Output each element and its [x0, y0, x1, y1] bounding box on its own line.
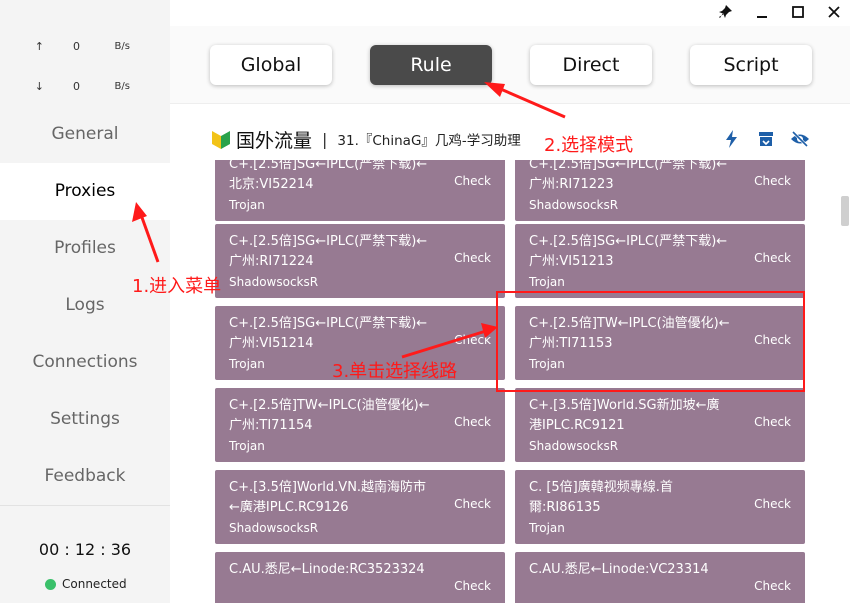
sidebar-item-profiles[interactable]: Profiles [0, 220, 170, 277]
proxy-card[interactable]: C.AU.悉尼←Linode:RC3523324 ShadowsocksR Ch… [215, 552, 505, 603]
proxy-type: Trojan [229, 357, 265, 371]
annotation-step2: 2.选择模式 [544, 135, 634, 156]
annotation-step3: 3.单击选择线路 [332, 361, 458, 382]
proxy-type: ShadowsocksR [529, 198, 619, 212]
check-button[interactable]: Check [454, 333, 491, 347]
check-button[interactable]: Check [754, 579, 791, 593]
scrollbar-thumb[interactable] [841, 196, 849, 226]
proxy-name: C+.[2.5倍]TW←IPLC(油管優化)← 广州:TI71154 [229, 398, 430, 433]
connection-status-label: Connected [62, 577, 127, 591]
mode-direct-button[interactable]: Direct [530, 45, 652, 85]
proxy-type: ShadowsocksR [229, 275, 319, 289]
annotation-step1: 1.进入菜单 [132, 276, 222, 297]
proxy-name: C+.[2.5倍]SG←IPLC(严禁下载)← 北京:VI52214 [229, 160, 428, 192]
check-button[interactable]: Check [754, 497, 791, 511]
proxy-card[interactable]: C+.[3.5倍]World.VN.越南海防市 ←廣港IPLC.RC9126 S… [215, 470, 505, 544]
check-button[interactable]: Check [754, 251, 791, 265]
proxy-name: C.AU.悉尼←Linode:VC23314 [529, 562, 709, 577]
proxy-card[interactable]: C+.[2.5倍]SG←IPLC(严禁下载)← 北京:VI52214 Troja… [215, 160, 505, 221]
upload-unit: B/s [114, 40, 130, 52]
archive-icon[interactable] [756, 129, 776, 149]
pin-icon[interactable] [718, 4, 734, 20]
proxy-type: Trojan [529, 275, 565, 289]
check-button[interactable]: Check [454, 579, 491, 593]
sidebar-item-proxies[interactable]: Proxies [0, 163, 170, 220]
group-actions [722, 129, 810, 149]
proxy-card[interactable]: C.AU.悉尼←Linode:VC23314 Trojan Check [515, 552, 805, 603]
check-button[interactable]: Check [754, 415, 791, 429]
close-icon[interactable] [826, 4, 842, 20]
check-button[interactable]: Check [454, 497, 491, 511]
proxy-name: C+.[3.5倍]World.VN.越南海防市 ←廣港IPLC.RC9126 [229, 480, 427, 515]
mode-rule-button[interactable]: Rule [370, 45, 492, 85]
sidebar-item-feedback[interactable]: Feedback [0, 448, 170, 505]
sidebar-item-connections[interactable]: Connections [0, 334, 170, 391]
proxy-card[interactable]: C+.[2.5倍]SG←IPLC(严禁下载)← 广州:RI71224 Shado… [215, 224, 505, 298]
minimize-icon[interactable] [754, 4, 770, 20]
download-arrow-icon: ↓ [34, 79, 44, 93]
maximize-icon[interactable] [790, 4, 806, 20]
proxy-card[interactable]: C+.[2.5倍]TW←IPLC(油管優化)← 广州:TI71154 Troja… [215, 388, 505, 462]
proxy-name: C+.[3.5倍]World.SG新加坡←廣 港IPLC.RC9121 [529, 398, 720, 433]
mode-global-button[interactable]: Global [210, 45, 332, 85]
mode-script-button[interactable]: Script [690, 45, 812, 85]
download-unit: B/s [114, 80, 130, 92]
proxy-type: Trojan [229, 439, 265, 453]
check-button[interactable]: Check [454, 174, 491, 188]
proxy-name: C+.[2.5倍]SG←IPLC(严禁下载)← 广州:RI71223 [529, 160, 728, 192]
proxy-name: C+.[2.5倍]SG←IPLC(严禁下载)← 广州:RI71224 [229, 234, 428, 269]
proxy-card[interactable]: C+.[2.5倍]SG←IPLC(严禁下载)← 广州:RI71223 Shado… [515, 160, 805, 221]
upload-value: 0 [73, 39, 80, 53]
download-speed: ↓ 0 B/s [0, 66, 170, 106]
proxy-card[interactable]: C+.[2.5倍]SG←IPLC(严禁下载)← 广州:VI51213 Troja… [515, 224, 805, 298]
proxy-card[interactable]: C+.[3.5倍]World.SG新加坡←廣 港IPLC.RC9121 Shad… [515, 388, 805, 462]
proxy-group-selected: 31.『ChinaG』几鸡-学习助理 [337, 133, 521, 149]
proxy-group-header[interactable]: 国外流量 | 31.『ChinaG』几鸡-学习助理 [210, 124, 810, 154]
annotation-highlight-box [496, 291, 805, 392]
connection-status: Connected [45, 577, 127, 591]
proxy-type: ShadowsocksR [529, 439, 619, 453]
check-button[interactable]: Check [454, 251, 491, 265]
proxy-name: C.AU.悉尼←Linode:RC3523324 [229, 562, 425, 577]
eye-off-icon[interactable] [790, 129, 810, 149]
proxy-type: ShadowsocksR [229, 521, 319, 535]
proxy-group-name: 国外流量 [236, 129, 313, 152]
sidebar-nav: General Proxies Profiles Logs Connection… [0, 106, 170, 505]
proxy-name: C+.[2.5倍]SG←IPLC(严禁下载)← 广州:VI51213 [529, 234, 728, 269]
sidebar: ↑ 0 B/s ↓ 0 B/s General Proxies Profiles… [0, 0, 170, 603]
check-button[interactable]: Check [454, 415, 491, 429]
upload-arrow-icon: ↑ [34, 39, 44, 53]
proxy-type: Trojan [529, 521, 565, 535]
sidebar-item-settings[interactable]: Settings [0, 391, 170, 448]
upload-speed: ↑ 0 B/s [0, 26, 170, 66]
beginner-mark-icon [210, 128, 232, 150]
status-panel: 00 : 12 : 36 Connected [0, 505, 170, 603]
proxy-card[interactable]: C. [5倍]廣韓视频專線.首 爾:RI86135 Trojan Check [515, 470, 805, 544]
scrollbar[interactable] [838, 160, 850, 603]
proxy-type: Trojan [229, 198, 265, 212]
sidebar-item-general[interactable]: General [0, 106, 170, 163]
clash-window: ↑ 0 B/s ↓ 0 B/s General Proxies Profiles… [0, 0, 850, 603]
mode-bar: Global Rule Direct Script [170, 26, 850, 104]
traffic-monitor: ↑ 0 B/s ↓ 0 B/s [0, 26, 170, 106]
window-controls [718, 4, 842, 20]
status-dot-icon [45, 578, 56, 590]
lightning-icon[interactable] [722, 129, 742, 149]
download-value: 0 [73, 79, 80, 93]
check-button[interactable]: Check [754, 174, 791, 188]
proxy-name: C+.[2.5倍]SG←IPLC(严禁下载)← 广州:VI51214 [229, 316, 428, 351]
uptime-clock: 00 : 12 : 36 [38, 540, 132, 559]
proxy-name: C. [5倍]廣韓视频專線.首 爾:RI86135 [529, 480, 673, 515]
group-separator: | [322, 129, 328, 149]
